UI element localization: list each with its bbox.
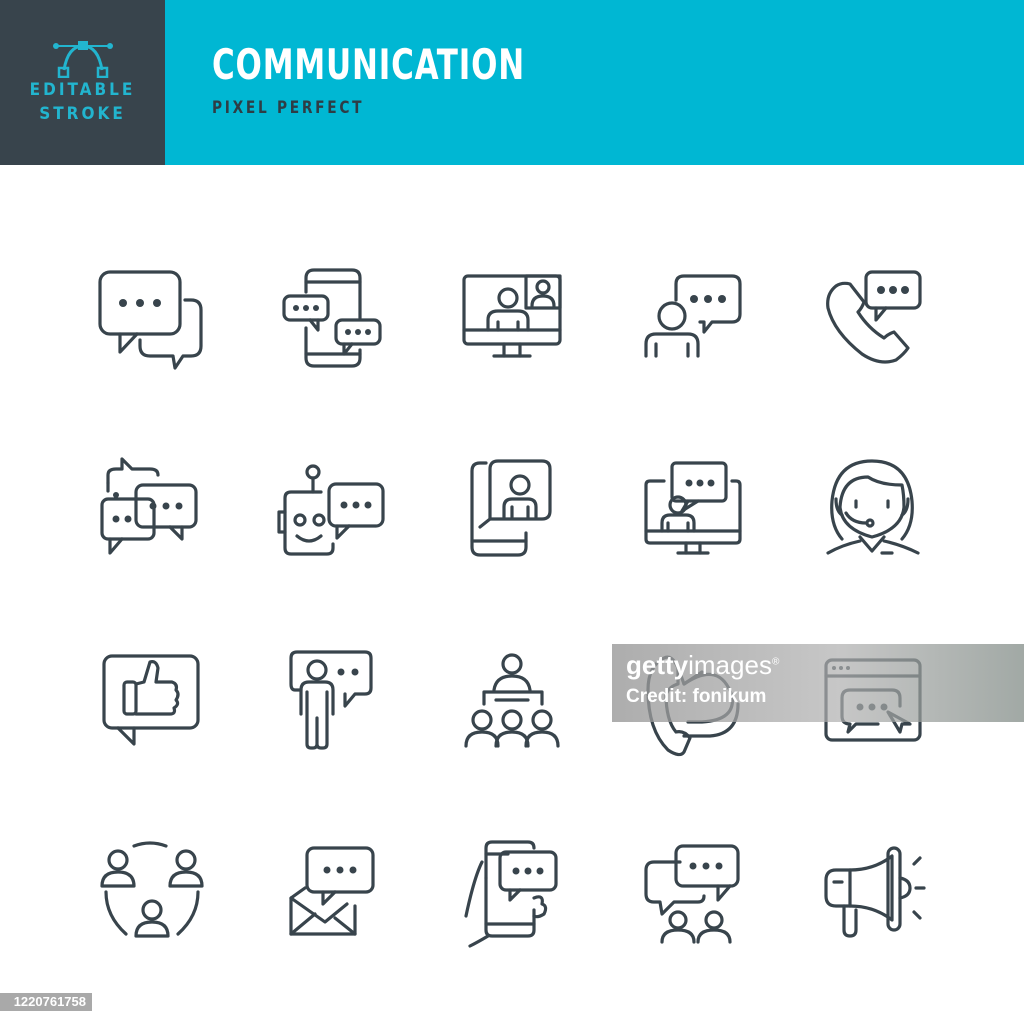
like-message-icon (98, 648, 208, 758)
editable-stroke-badge: EDITABLE STROKE (0, 0, 165, 165)
registered-mark: ® (771, 656, 780, 668)
header: EDITABLE STROKE COMMUNICATION PIXEL PERF… (0, 0, 1024, 165)
group-chat-icon (98, 455, 208, 565)
email-message-icon (285, 842, 395, 952)
title-banner: COMMUNICATION PIXEL PERFECT (165, 0, 1024, 165)
page-subtitle: PIXEL PERFECT (212, 98, 365, 118)
seminar-icon (462, 650, 572, 760)
badge-label-stroke: STROKE (39, 104, 126, 124)
online-consultation-icon (640, 455, 750, 565)
getty-brand-logo: gettyimages® (626, 650, 779, 681)
people-network-icon (98, 840, 208, 950)
brand-light: images (688, 650, 772, 680)
brand-bold: getty (626, 650, 689, 680)
chat-bubbles-icon (95, 260, 205, 370)
megaphone-icon (820, 842, 930, 952)
support-operator-icon (822, 455, 932, 565)
speaker-presentation-icon (285, 648, 395, 758)
getty-watermark: gettyimages® Credit: fonikum (612, 644, 1024, 722)
credit-line: Credit: fonikum (626, 686, 767, 707)
page-title: COMMUNICATION (212, 40, 525, 89)
badge-label-editable: EDITABLE (29, 80, 136, 100)
image-id-tag: 1220761758 (0, 993, 92, 1011)
mobile-chat-icon (280, 262, 390, 372)
contact-book-icon (460, 455, 570, 565)
team-discussion-icon (640, 842, 750, 952)
bezier-pen-icon (53, 41, 113, 78)
hand-smartphone-chat-icon (462, 838, 572, 948)
video-conference-icon (458, 268, 568, 378)
person-speech-bubble-icon (640, 264, 750, 374)
phone-chat-icon (820, 262, 930, 372)
image-id: 1220761758 (13, 994, 86, 1009)
chatbot-icon (273, 460, 385, 570)
